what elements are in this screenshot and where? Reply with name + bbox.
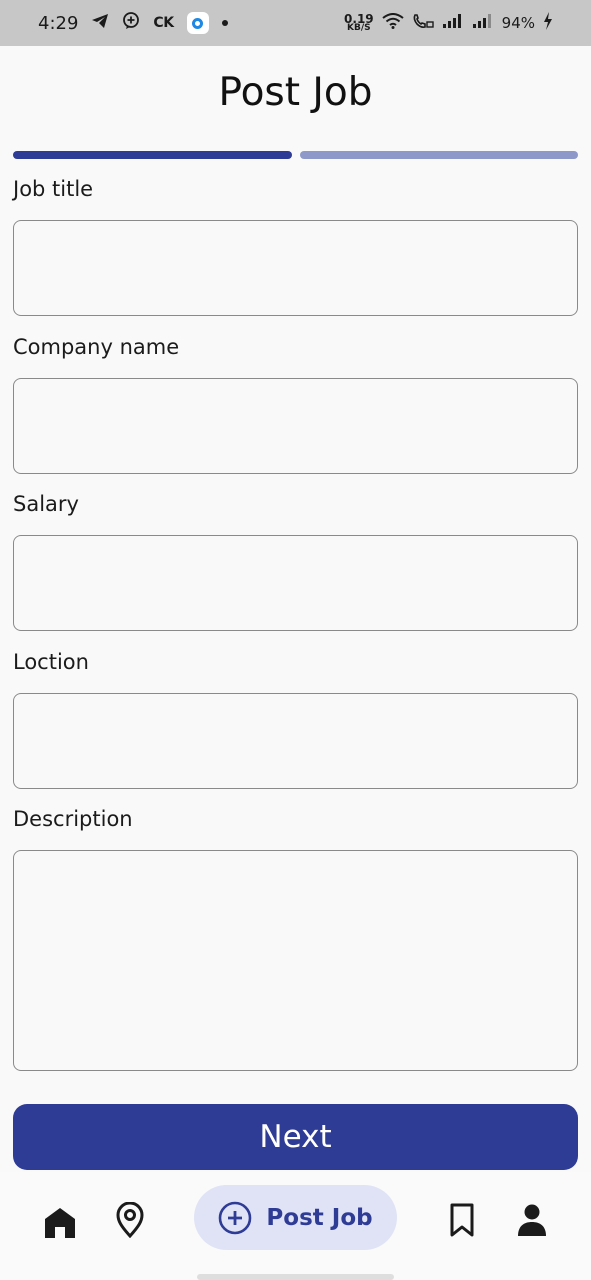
description-label: Description — [13, 807, 133, 831]
nav-location[interactable] — [108, 1198, 152, 1242]
wifi-calling-icon — [412, 13, 434, 34]
job-title-label: Job title — [13, 177, 94, 201]
charging-icon — [543, 11, 553, 35]
location-icon — [116, 1202, 144, 1238]
network-speed: 0.19 KB/S — [344, 11, 374, 34]
location-label: Loction — [13, 650, 89, 674]
signal-strength-2-icon — [472, 13, 494, 34]
status-bar: 4:29 CK 0.19 KB/S 94% — [0, 0, 591, 46]
status-time: 4:29 — [38, 12, 79, 34]
person-icon — [518, 1204, 546, 1236]
salary-label: Salary — [13, 492, 79, 516]
nav-post-job-label: Post Job — [266, 1204, 373, 1231]
bottom-nav: Post Job — [0, 1172, 591, 1280]
bookmark-icon — [450, 1203, 474, 1237]
add-circle-icon — [219, 1201, 252, 1234]
salary-input[interactable] — [13, 535, 578, 631]
nav-profile[interactable] — [510, 1198, 554, 1242]
signal-strength-icon — [442, 13, 464, 34]
battery-level: 94% — [501, 14, 535, 32]
job-title-input[interactable] — [13, 220, 578, 316]
company-name-label: Company name — [13, 335, 180, 359]
nav-post-job[interactable]: Post Job — [194, 1185, 397, 1250]
description-input[interactable] — [13, 850, 578, 1071]
page-title: Post Job — [218, 70, 373, 115]
gesture-bar[interactable] — [197, 1274, 394, 1280]
wifi-icon — [382, 12, 404, 34]
home-icon — [45, 1208, 75, 1238]
company-name-input[interactable] — [13, 378, 578, 474]
progress-step-1 — [13, 151, 292, 159]
progress-step-2 — [300, 151, 578, 159]
nav-home[interactable] — [38, 1200, 82, 1244]
nav-saved[interactable] — [440, 1198, 484, 1242]
carrier-label: CK — [153, 15, 174, 31]
next-button[interactable]: Next — [13, 1104, 578, 1170]
telegram-icon — [91, 13, 109, 34]
add-message-icon — [122, 11, 140, 35]
more-notifications-icon — [221, 20, 228, 26]
app-notification-icon — [186, 12, 209, 34]
location-input[interactable] — [13, 693, 578, 789]
